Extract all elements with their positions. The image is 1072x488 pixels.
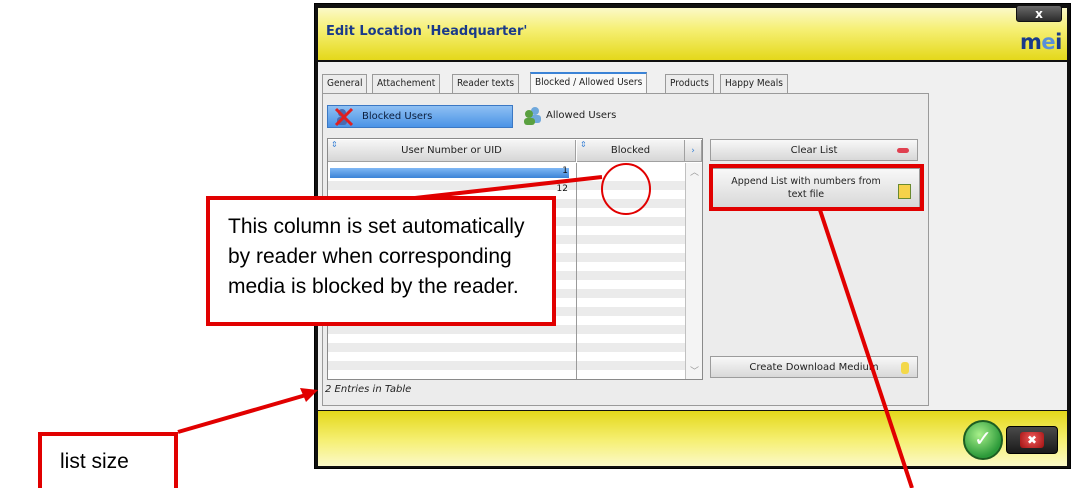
blocked-users-label: Blocked Users [362, 111, 433, 122]
tab-products[interactable]: Products [665, 74, 714, 93]
column-chooser-button[interactable]: › [685, 140, 702, 162]
text-file-icon [898, 184, 911, 199]
table-row-empty [328, 325, 685, 334]
allowed-users-label: Allowed Users [546, 110, 617, 121]
entries-count-status: 2 Entries in Table [325, 384, 412, 395]
list-size-annotation-callout: list size [38, 432, 178, 488]
uid-cell[interactable]: 12 [490, 184, 568, 194]
blocked-users-icon [334, 107, 354, 127]
uid-cell[interactable]: 1 [490, 166, 568, 176]
create-download-medium-label: Create Download Medium [749, 362, 879, 373]
eraser-icon [897, 148, 909, 153]
footer-bar [318, 411, 1067, 466]
create-download-medium-button[interactable]: Create Download Medium [710, 356, 918, 378]
column-header-uid[interactable]: ⇕ User Number or UID [328, 140, 576, 162]
cancel-button[interactable]: ✖ [1006, 426, 1058, 454]
table-row-empty [328, 361, 685, 370]
medium-icon [901, 362, 909, 374]
close-button[interactable]: x [1016, 5, 1062, 22]
tab-happy-meals[interactable]: Happy Meals [720, 74, 788, 93]
allowed-users-icon [524, 107, 541, 125]
table-row-empty [328, 343, 685, 352]
blocked-users-toggle[interactable]: Blocked Users [327, 105, 513, 128]
mei-logo: mei [1020, 30, 1062, 54]
x-icon: ✖ [1020, 432, 1044, 448]
clear-list-label: Clear List [790, 145, 838, 156]
column-header-blocked-label: Blocked [610, 145, 651, 156]
append-list-button[interactable]: Append List with numbers from text file [712, 168, 920, 208]
tab-reader-texts[interactable]: Reader texts [452, 74, 520, 93]
clear-list-button[interactable]: Clear List [710, 139, 918, 161]
ok-button[interactable]: ✓ [963, 420, 1003, 460]
column-header-uid-label: User Number or UID [401, 145, 502, 156]
column-header-blocked[interactable]: ⇕ Blocked [577, 140, 685, 162]
table-scrollbar[interactable]: ︿ ﹀ [685, 163, 702, 379]
column-annotation-callout: This column is set automatically by read… [206, 196, 556, 326]
allowed-users-toggle[interactable]: Allowed Users [516, 105, 666, 128]
tab-general[interactable]: General [322, 74, 368, 93]
append-list-label: Append List with numbers from text file [731, 176, 881, 200]
dialog-title: Edit Location 'Headquarter' [326, 24, 528, 39]
tab-attachement[interactable]: Attachement [372, 74, 441, 93]
checkmark-icon: ✓ [973, 427, 993, 452]
column-divider [576, 163, 577, 379]
tab-blocked-allowed-users[interactable]: Blocked / Allowed Users [530, 72, 648, 94]
